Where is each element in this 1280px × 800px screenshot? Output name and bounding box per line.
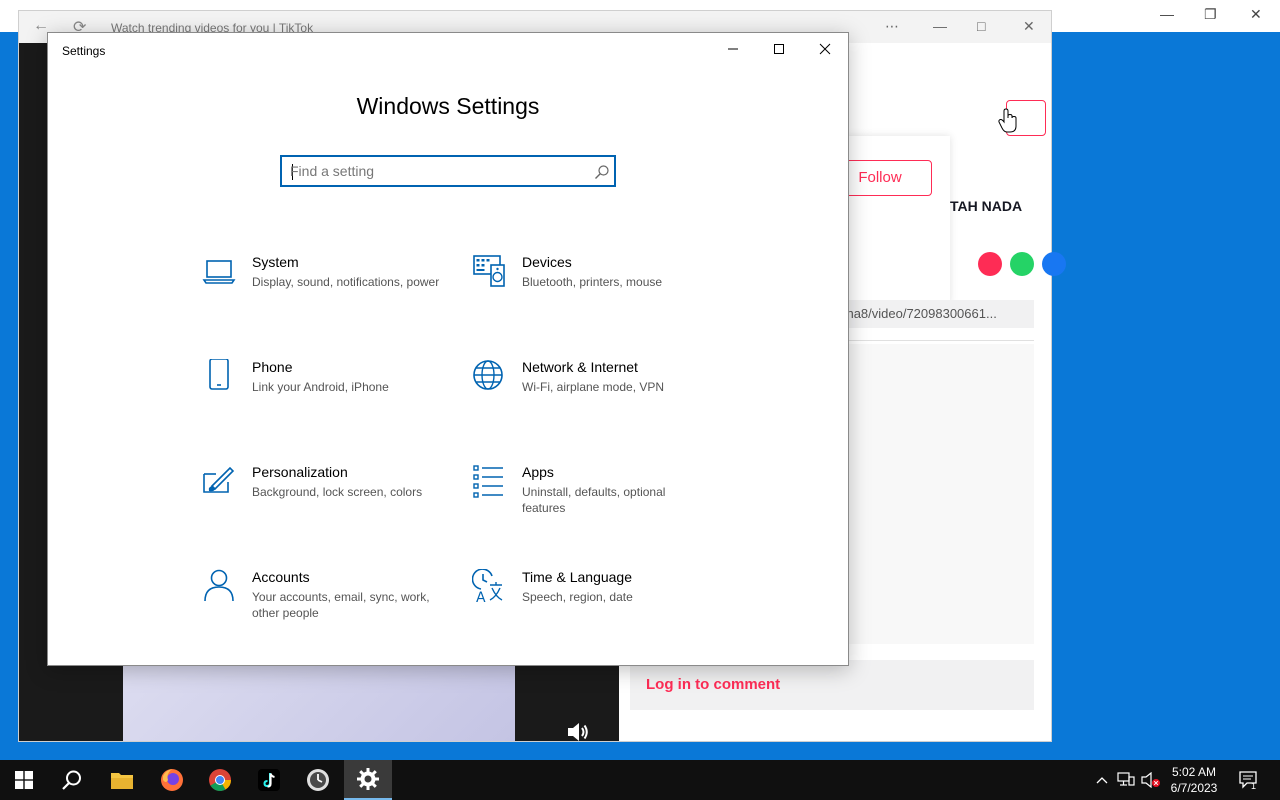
search-icon[interactable] — [594, 164, 610, 180]
close-icon[interactable]: ✕ — [1023, 18, 1035, 35]
firefox-icon — [161, 769, 183, 791]
apps-list-icon — [473, 465, 503, 498]
window-title: Settings — [62, 44, 106, 58]
login-to-comment-link[interactable]: Log in to comment — [646, 676, 780, 693]
category-name: Network & Internet — [522, 359, 638, 375]
maximize-icon — [774, 44, 784, 54]
whatsapp-icon[interactable] — [1010, 252, 1034, 276]
settings-window: Settings Windows Settings System Display… — [47, 32, 849, 666]
divider — [828, 340, 1034, 341]
taskbar-file-explorer[interactable] — [98, 760, 146, 800]
category-description: Display, sound, notifications, power — [252, 275, 440, 289]
settings-titlebar[interactable]: Settings — [48, 33, 848, 65]
category-devices[interactable]: Devices Bluetooth, printers, mouse — [472, 254, 722, 334]
chrome-icon — [209, 769, 231, 791]
taskbar-firefox[interactable] — [148, 760, 196, 800]
close-icon[interactable]: ✕ — [1250, 6, 1262, 23]
category-name: System — [252, 254, 299, 270]
close-icon — [819, 43, 831, 55]
taskbar-tiktok[interactable] — [245, 760, 293, 800]
paintbrush-icon — [203, 466, 235, 493]
more-icon[interactable]: ⋯ — [885, 18, 899, 35]
clock-date: 6/7/2023 — [1170, 781, 1218, 795]
laptop-icon — [202, 260, 236, 284]
category-description: Your accounts, email, sync, work, other … — [252, 590, 430, 620]
taskbar-settings[interactable] — [344, 760, 392, 800]
minimize-icon — [728, 48, 738, 50]
action-center-button[interactable]: 1 — [1234, 760, 1264, 800]
folder-icon — [111, 773, 133, 789]
show-hidden-icons[interactable] — [1092, 760, 1112, 800]
app-clock-icon — [307, 769, 329, 791]
category-name: Accounts — [252, 569, 310, 585]
time-language-icon: A — [472, 569, 503, 603]
category-name: Apps — [522, 464, 554, 480]
network-status[interactable] — [1114, 760, 1138, 800]
category-accounts[interactable]: Accounts Your accounts, email, sync, wor… — [202, 569, 452, 649]
tiktok-icon — [258, 769, 280, 791]
category-description: Link your Android, iPhone — [252, 380, 389, 394]
close-button[interactable] — [802, 33, 848, 65]
minimize-button[interactable] — [710, 33, 756, 65]
clock-time: 5:02 AM — [1171, 765, 1217, 779]
category-description: Wi-Fi, airplane mode, VPN — [522, 380, 665, 394]
hand-cursor-icon — [998, 108, 1017, 133]
network-icon — [1117, 772, 1135, 786]
maximize-icon[interactable]: □ — [977, 18, 985, 34]
taskbar-chrome[interactable] — [196, 760, 244, 800]
category-network-internet[interactable]: Network & Internet Wi-Fi, airplane mode,… — [472, 359, 722, 439]
gear-icon — [357, 768, 379, 790]
system-clock[interactable]: 5:02 AM 6/7/2023 — [1162, 764, 1226, 796]
maximize-button[interactable] — [756, 33, 802, 65]
minimize-icon[interactable]: — — [933, 18, 947, 34]
notification-count: 1 — [1251, 781, 1257, 791]
volume-icon[interactable] — [565, 719, 591, 742]
video-frame[interactable] — [123, 665, 515, 741]
category-name: Personalization — [252, 464, 348, 480]
start-button[interactable] — [0, 760, 48, 800]
category-description: Uninstall, defaults, optional features — [522, 485, 666, 515]
taskbar: 5:02 AM 6/7/2023 1 — [0, 760, 1280, 800]
category-phone[interactable]: Phone Link your Android, iPhone — [202, 359, 452, 439]
windows-icon — [15, 771, 33, 789]
minimize-icon[interactable]: — — [1160, 6, 1174, 22]
comment-section — [828, 344, 1034, 644]
phone-icon — [209, 359, 229, 390]
volume-muted-icon — [1141, 772, 1160, 788]
chevron-up-icon — [1096, 777, 1108, 784]
category-name: Devices — [522, 254, 572, 270]
taskbar-app-clock[interactable] — [294, 760, 342, 800]
video-url[interactable]: haha8/video/72098300661... — [828, 300, 1034, 328]
page-title: Windows Settings — [356, 93, 540, 119]
restore-icon[interactable]: ❐ — [1204, 6, 1217, 23]
category-description: Bluetooth, printers, mouse — [522, 275, 663, 289]
search-icon — [62, 770, 81, 790]
creator-name[interactable]: TAH NADA — [950, 198, 1022, 214]
search-box[interactable] — [280, 155, 616, 187]
category-apps[interactable]: Apps Uninstall, defaults, optional featu… — [472, 464, 722, 544]
search-button[interactable] — [48, 760, 96, 800]
category-description: Speech, region, date — [522, 590, 633, 604]
category-name: Time & Language — [522, 569, 632, 585]
category-time-language[interactable]: A Time & Language Speech, region, date — [472, 569, 722, 649]
person-icon — [204, 569, 234, 602]
category-name: Phone — [252, 359, 293, 375]
category-description: Background, lock screen, colors — [252, 485, 423, 499]
facebook-icon[interactable] — [1042, 252, 1066, 276]
devices-icon — [473, 255, 505, 287]
share-send-icon[interactable] — [978, 252, 1002, 276]
category-system[interactable]: System Display, sound, notifications, po… — [202, 254, 452, 334]
volume-status[interactable] — [1140, 760, 1162, 800]
svg-text:A: A — [476, 590, 486, 603]
search-input[interactable] — [290, 161, 580, 181]
category-personalization[interactable]: Personalization Background, lock screen,… — [202, 464, 452, 544]
globe-icon — [473, 360, 503, 390]
